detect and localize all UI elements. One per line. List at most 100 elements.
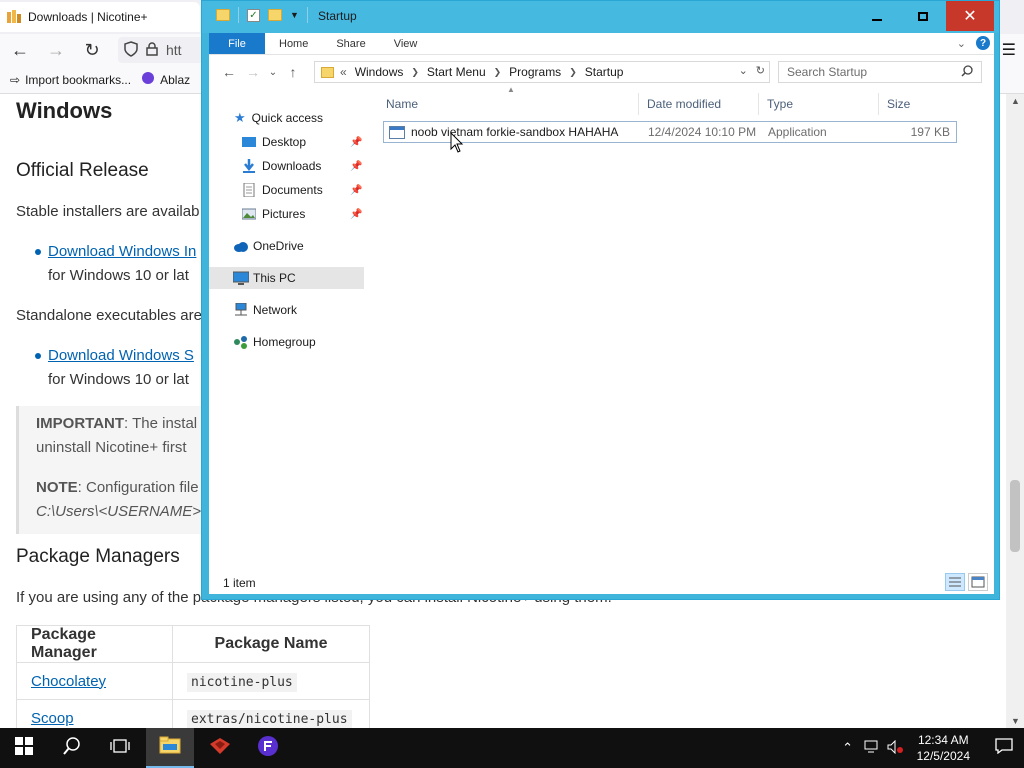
application-icon <box>389 125 405 139</box>
url-bar[interactable]: htt <box>118 37 208 63</box>
breadcrumb-start-menu[interactable]: Start Menu <box>427 65 486 79</box>
standalone-link[interactable]: Download Windows S <box>48 347 194 364</box>
note-callout: NOTE: Configuration file C:\Users\<USERN… <box>16 470 206 534</box>
search-field[interactable]: Search Startup <box>778 61 982 83</box>
bookmark-ablaz[interactable]: Ablaz <box>141 71 190 88</box>
tab-home[interactable]: Home <box>265 33 322 54</box>
explorer-title-bar[interactable]: ✓ ▼ Startup ✕ <box>202 1 999 33</box>
back-arrow-icon[interactable]: ← <box>10 40 30 61</box>
new-folder-icon[interactable] <box>268 9 282 21</box>
file-name-cell: noob vietnam forkie-sandbox HAHAHA <box>384 125 640 139</box>
notification-icon[interactable] <box>984 737 1024 759</box>
tab-view[interactable]: View <box>380 33 432 54</box>
taskbar-app-2[interactable] <box>244 728 292 768</box>
taskbar-search-button[interactable] <box>48 728 96 768</box>
close-button[interactable]: ✕ <box>946 1 994 31</box>
package-managers-heading: Package Managers <box>16 546 180 567</box>
minimize-button[interactable] <box>854 1 900 31</box>
pin-icon[interactable]: 📌 <box>350 137 362 148</box>
file-size: 197 KB <box>910 125 950 139</box>
chevron-down-icon[interactable]: ⌄ <box>739 64 748 77</box>
search-icon <box>63 736 81 760</box>
nav-quick-access[interactable]: ★ Quick access <box>209 107 364 129</box>
package-table: Package Manager Package Name Chocolatey … <box>16 625 370 737</box>
table-header: Package Manager <box>16 625 173 663</box>
scroll-down-icon[interactable]: ▼ <box>1011 716 1020 726</box>
file-list: ▲ Name Date modified Type Size noob viet… <box>369 85 994 567</box>
divider <box>306 7 308 23</box>
properties-icon[interactable]: ✓ <box>247 8 260 22</box>
task-view-button[interactable] <box>96 728 144 768</box>
scroll-up-icon[interactable]: ▲ <box>1011 96 1020 106</box>
column-size[interactable]: Size <box>879 93 959 115</box>
chevron-up-icon[interactable]: ⌃ <box>837 740 859 756</box>
network-tray-icon[interactable] <box>861 740 883 757</box>
tab-share[interactable]: Share <box>322 33 379 54</box>
address-bar[interactable]: « Windows ❯ Start Menu ❯ Programs ❯ Star… <box>314 61 770 83</box>
nav-homegroup[interactable]: Homegroup <box>209 331 364 353</box>
taskbar-app-1[interactable] <box>196 728 244 768</box>
chevron-right-icon[interactable]: ❯ <box>411 67 419 78</box>
page-scrollbar[interactable]: ▲ ▼ <box>1006 94 1024 728</box>
nav-network[interactable]: Network <box>209 299 364 321</box>
nav-this-pc[interactable]: This PC <box>209 267 364 289</box>
minimize-icon <box>872 19 882 21</box>
url-text: htt <box>166 42 182 58</box>
nav-pictures[interactable]: Pictures 📌 <box>209 203 364 225</box>
refresh-icon[interactable]: ↻ <box>756 64 765 77</box>
quick-access-toolbar: ✓ ▼ <box>216 7 308 23</box>
forward-arrow-icon[interactable]: → <box>241 64 265 80</box>
chevron-right-icon[interactable]: ❯ <box>569 67 577 78</box>
column-date-modified[interactable]: Date modified <box>639 93 759 115</box>
installer-link[interactable]: Download Windows In <box>48 243 196 260</box>
standalone-text: Standalone executables are <box>16 307 202 324</box>
volume-muted-icon[interactable] <box>885 739 907 757</box>
file-type: Application <box>768 125 827 139</box>
ribbon-tabs: File Home Share View ⌄ ? <box>209 33 994 55</box>
breadcrumb-startup[interactable]: Startup <box>585 65 624 79</box>
breadcrumb-programs[interactable]: Programs <box>509 65 561 79</box>
pin-icon[interactable]: 📌 <box>350 209 362 220</box>
clock[interactable]: 12:34 AM 12/5/2024 <box>917 732 970 764</box>
start-button[interactable] <box>0 728 48 768</box>
large-icons-view-icon[interactable] <box>968 573 988 591</box>
recent-locations-icon[interactable]: ⌄ <box>265 67 281 78</box>
details-view-icon[interactable] <box>945 573 965 591</box>
breadcrumb-overflow[interactable]: « <box>340 65 347 79</box>
pin-icon[interactable]: 📌 <box>350 185 362 196</box>
taskbar-file-explorer[interactable] <box>146 728 194 768</box>
file-date: 12/4/2024 10:10 PM <box>648 125 757 139</box>
back-arrow-icon[interactable]: ← <box>217 64 241 80</box>
up-arrow-icon[interactable]: ↑ <box>281 64 305 80</box>
expand-ribbon-icon[interactable]: ⌄ <box>957 37 966 50</box>
chocolatey-link[interactable]: Chocolatey <box>31 673 106 690</box>
homegroup-icon <box>233 335 247 349</box>
breadcrumb-windows[interactable]: Windows <box>355 65 404 79</box>
search-icon[interactable] <box>961 64 973 80</box>
star-icon: ★ <box>234 110 246 125</box>
customize-dropdown-icon[interactable]: ▼ <box>290 10 299 20</box>
bookmark-import[interactable]: ⇨ Import bookmarks... <box>10 73 131 87</box>
column-type[interactable]: Type <box>759 93 879 115</box>
navigation-bar: ← → ⌄ ↑ « Windows ❯ Start Menu ❯ Program… <box>209 57 994 87</box>
nav-desktop[interactable]: Desktop 📌 <box>209 131 364 153</box>
column-name[interactable]: Name <box>369 93 639 115</box>
pin-icon[interactable]: 📌 <box>350 161 362 172</box>
file-row[interactable]: noob vietnam forkie-sandbox HAHAHA 12/4/… <box>383 121 957 143</box>
menu-icon[interactable]: ☰ <box>1002 40 1016 60</box>
help-icon[interactable]: ? <box>976 36 990 50</box>
forward-arrow-icon[interactable]: → <box>46 40 66 61</box>
navigation-pane: ★ Quick access Desktop 📌 Downloads 📌 Doc… <box>209 87 364 567</box>
tab-file[interactable]: File <box>209 33 265 54</box>
browser-tab[interactable]: Downloads | Nicotine+ <box>0 2 200 32</box>
nav-documents[interactable]: Documents 📌 <box>209 179 364 201</box>
scoop-link[interactable]: Scoop <box>31 710 74 727</box>
nav-downloads[interactable]: Downloads 📌 <box>209 155 364 177</box>
nav-onedrive[interactable]: OneDrive <box>209 235 364 257</box>
reload-icon[interactable]: ↻ <box>82 40 102 61</box>
divider <box>238 7 239 23</box>
maximize-button[interactable] <box>900 1 946 31</box>
scrollbar-thumb[interactable] <box>1010 480 1020 552</box>
chevron-right-icon[interactable]: ❯ <box>494 67 502 78</box>
import-icon: ⇨ <box>10 72 21 87</box>
